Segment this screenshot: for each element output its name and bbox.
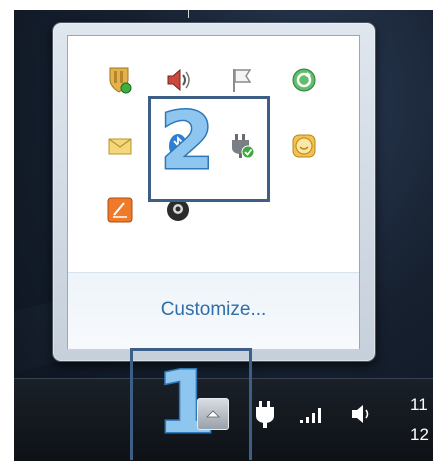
- customize-section: Customize...: [68, 272, 359, 349]
- clock-date: 12: [410, 425, 429, 444]
- show-hidden-icons-button[interactable]: [197, 398, 229, 430]
- sync-icon[interactable]: [290, 66, 318, 94]
- security-shield-icon[interactable]: [106, 66, 134, 94]
- mail-icon[interactable]: [106, 132, 134, 160]
- power-status-icon[interactable]: [252, 398, 278, 430]
- system-clock[interactable]: 11 12: [410, 390, 429, 450]
- pen-tablet-icon[interactable]: [106, 196, 134, 224]
- action-center-flag-icon[interactable]: [228, 66, 256, 94]
- volume-icon[interactable]: [164, 66, 192, 94]
- window-edge: [188, 10, 189, 18]
- clock-time: 11: [410, 395, 428, 414]
- chevron-up-icon: [206, 410, 220, 418]
- speaker-icon[interactable]: [348, 400, 374, 428]
- network-signal-icon[interactable]: [297, 402, 327, 426]
- customize-link[interactable]: Customize...: [68, 299, 359, 321]
- smiley-icon[interactable]: [290, 132, 318, 160]
- callout-number-2: 2: [158, 97, 215, 187]
